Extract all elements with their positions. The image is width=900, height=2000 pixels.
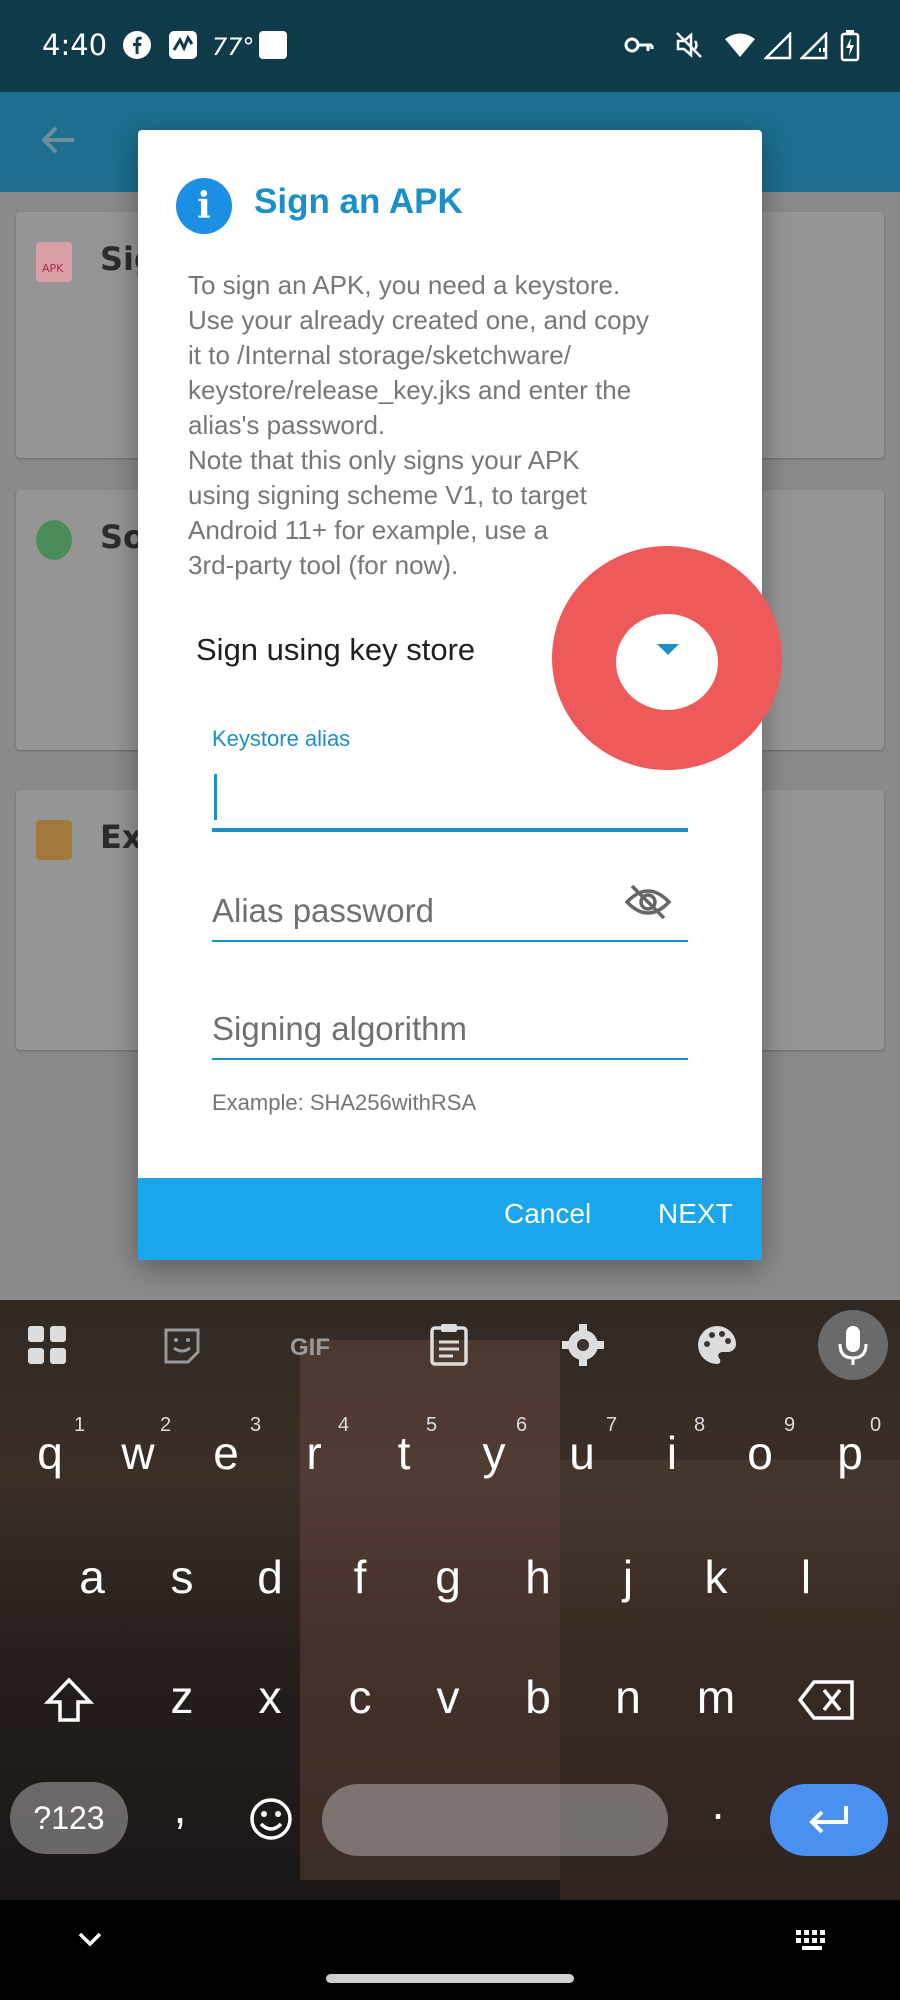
key-d[interactable]: d xyxy=(240,1550,300,1604)
key-x[interactable]: x xyxy=(240,1670,300,1724)
key-comma[interactable]: , xyxy=(150,1780,210,1834)
enter-key[interactable] xyxy=(770,1784,888,1856)
gif-button[interactable]: GIF xyxy=(290,1334,330,1362)
key-h[interactable]: h xyxy=(508,1550,568,1604)
palette-icon[interactable] xyxy=(696,1324,738,1370)
home-gesture-pill[interactable] xyxy=(326,1974,574,1983)
clipboard-icon[interactable] xyxy=(428,1322,470,1370)
signing-algorithm-input[interactable]: Signing algorithm xyxy=(212,992,688,1060)
sign-apk-dialog: i Sign an APK To sign an APK, you need a… xyxy=(138,130,782,1260)
dialog-footer: Cancel NEXT xyxy=(138,1178,762,1260)
key-r[interactable]: r xyxy=(284,1426,344,1480)
key-k[interactable]: k xyxy=(686,1550,746,1604)
keystore-alias-label: Keystore alias xyxy=(212,726,351,751)
cancel-button[interactable]: Cancel xyxy=(504,1198,591,1230)
soft-keyboard: GIF 1 q 2 w 3 e 4 r 5 t 6 y 7 u 8 i 9 o … xyxy=(0,1300,900,1900)
battery-icon xyxy=(840,30,860,66)
vpn-key-icon xyxy=(624,34,654,60)
status-bar: 4:40 77° xyxy=(0,0,900,92)
key-b[interactable]: b xyxy=(508,1670,568,1724)
key-s[interactable]: s xyxy=(152,1550,212,1604)
key-t[interactable]: t xyxy=(374,1426,434,1480)
signing-algorithm-hint: Signing algorithm xyxy=(212,1010,467,1047)
svg-text:APK: APK xyxy=(42,262,64,275)
status-time: 4:40 xyxy=(42,28,108,62)
emoji-icon[interactable] xyxy=(248,1796,294,1846)
key-period[interactable]: . xyxy=(688,1776,748,1830)
sticker-icon[interactable] xyxy=(162,1326,202,1370)
backspace-icon[interactable] xyxy=(797,1678,856,1726)
facebook-icon xyxy=(122,30,152,64)
key-o[interactable]: o xyxy=(730,1426,790,1480)
wifi-icon xyxy=(724,32,756,62)
hide-keyboard-icon[interactable] xyxy=(76,1930,104,1954)
key-z[interactable]: z xyxy=(152,1670,212,1724)
key-p[interactable]: p xyxy=(820,1426,880,1480)
alias-password-input[interactable]: Alias password xyxy=(212,874,688,942)
mute-icon xyxy=(674,30,704,64)
sign-method-dropdown[interactable] xyxy=(616,614,718,710)
key-v[interactable]: v xyxy=(418,1670,478,1724)
back-arrow-icon[interactable] xyxy=(38,120,78,164)
key-g[interactable]: g xyxy=(418,1550,478,1604)
app-icon xyxy=(168,30,198,64)
apk-file-icon: APK xyxy=(36,242,72,282)
square-icon xyxy=(258,30,288,64)
key-e[interactable]: e xyxy=(196,1426,256,1480)
signing-algorithm-helper: Example: SHA256withRSA xyxy=(212,1090,477,1115)
mic-button[interactable] xyxy=(818,1310,888,1380)
keystore-alias-input[interactable] xyxy=(212,762,688,832)
key-i[interactable]: i xyxy=(642,1426,702,1480)
key-a[interactable]: a xyxy=(62,1550,122,1604)
dialog-title: Sign an APK xyxy=(254,182,463,221)
enter-icon xyxy=(809,1806,848,1834)
key-c[interactable]: c xyxy=(330,1670,390,1724)
navigation-bar xyxy=(0,1900,900,2000)
sign-method-label: Sign using key store xyxy=(196,632,476,667)
alias-password-hint: Alias password xyxy=(212,892,434,929)
key-f[interactable]: f xyxy=(330,1550,390,1604)
key-q[interactable]: q xyxy=(20,1426,80,1480)
status-temperature: 77° xyxy=(212,33,255,61)
signal-icon xyxy=(762,30,792,64)
dropdown-caret-icon[interactable] xyxy=(657,644,679,655)
info-icon: i xyxy=(176,178,232,234)
keyboard-switch-icon[interactable] xyxy=(794,1928,830,1956)
shift-icon[interactable] xyxy=(43,1676,95,1728)
key-n[interactable]: n xyxy=(598,1670,658,1724)
visibility-off-icon[interactable] xyxy=(624,882,672,926)
key-u[interactable]: u xyxy=(552,1426,612,1480)
spacebar[interactable] xyxy=(322,1784,668,1856)
signal-icon xyxy=(798,30,828,64)
key-w[interactable]: w xyxy=(108,1426,168,1480)
key-l[interactable]: l xyxy=(776,1550,836,1604)
settings-icon[interactable] xyxy=(562,1324,604,1370)
card-title: Ex xyxy=(100,818,143,856)
dialog-message: To sign an APK, you need a keystore. Use… xyxy=(188,270,650,580)
android-icon xyxy=(36,520,72,560)
key-y[interactable]: y xyxy=(464,1426,524,1480)
symbols-key[interactable]: ?123 xyxy=(10,1782,128,1854)
apps-icon[interactable] xyxy=(26,1324,68,1370)
key-j[interactable]: j xyxy=(598,1550,658,1604)
package-icon xyxy=(36,820,72,860)
text-caret xyxy=(214,774,217,820)
next-button[interactable]: NEXT xyxy=(658,1198,733,1230)
key-m[interactable]: m xyxy=(686,1670,746,1724)
mic-icon xyxy=(838,1326,868,1365)
